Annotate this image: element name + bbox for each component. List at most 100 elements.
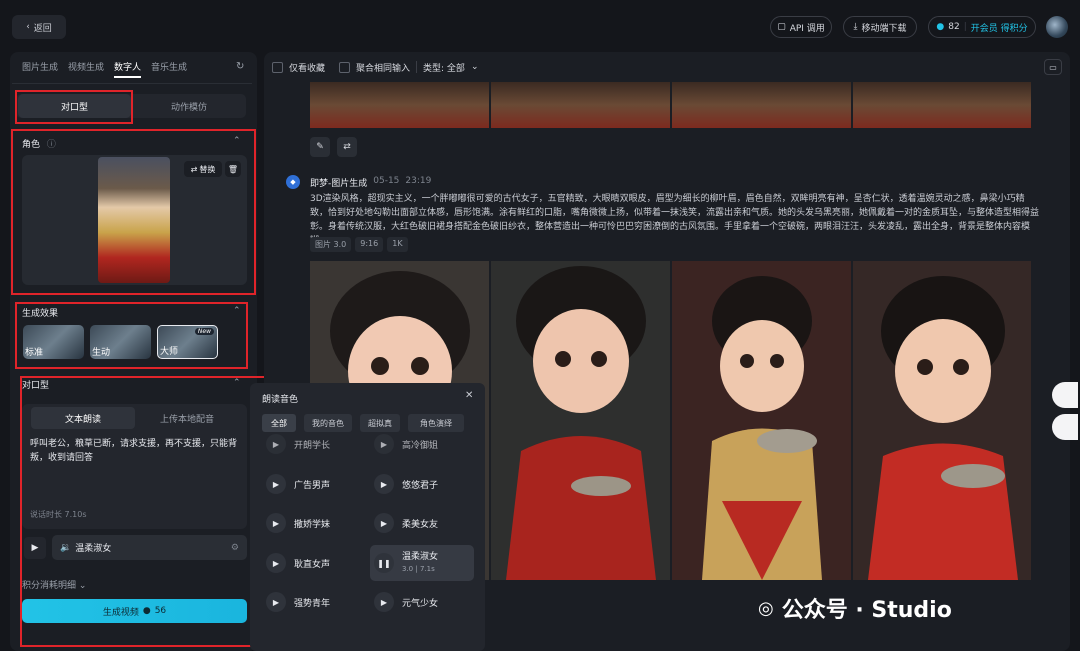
voice-item[interactable]: ▶ 悠悠君子 — [374, 470, 438, 498]
voice-item-label: 悠悠君子 — [402, 480, 439, 491]
play-icon[interactable]: ▶ — [374, 434, 394, 454]
voice-item[interactable]: ▶ 耿直女声 — [266, 549, 330, 577]
aggregate-label: 聚合相同输入 — [356, 63, 411, 74]
chevron-down-icon: ⌄ — [470, 62, 479, 72]
divider — [12, 83, 252, 84]
voice-item[interactable]: ▶ 广告男声 — [266, 470, 330, 498]
vip-label: 开会员 得积分 — [970, 23, 1028, 34]
new-badge: New — [194, 328, 214, 335]
result-image[interactable] — [672, 82, 851, 128]
api-button[interactable]: ▢ API 调用 — [770, 16, 832, 38]
api-icon: ▢ — [777, 22, 786, 32]
voice-item[interactable]: ▶ 高冷御姐 — [374, 430, 438, 458]
swap-icon: ⇄ — [190, 164, 198, 174]
download-button[interactable]: ⤓ 移动端下载 — [843, 16, 917, 38]
aggregate-checkbox[interactable] — [339, 61, 351, 73]
chevron-left-icon: ‹ — [26, 22, 30, 32]
character-image — [98, 157, 170, 283]
highlight-box — [15, 90, 133, 124]
time-label: 23:19 — [405, 176, 432, 186]
result-image[interactable] — [310, 82, 489, 128]
app-logo-icon: ◆ — [286, 175, 300, 189]
play-icon[interactable]: ▶ — [266, 434, 286, 454]
watermark: ◎ 公众号 · Studio — [758, 592, 952, 624]
effect-standard[interactable]: 标准 — [23, 325, 84, 359]
play-icon[interactable]: ▶ — [374, 592, 394, 612]
result-meta: 即梦-图片生成 05-15 23:19 — [310, 176, 431, 189]
play-icon[interactable]: ▶ — [374, 474, 394, 494]
regenerate-icon[interactable]: ⇄ — [337, 137, 357, 157]
tab-music[interactable]: 音乐生成 — [151, 60, 187, 78]
generated-image-4[interactable] — [853, 261, 1031, 580]
play-icon[interactable]: ▶ — [374, 513, 394, 533]
close-icon[interactable]: ✕ — [465, 390, 473, 401]
effect-label: 生动 — [92, 348, 111, 358]
wechat-icon: ◎ — [758, 597, 774, 619]
effect-title: 生成效果 — [22, 309, 59, 319]
voice-item-label: 元气少女 — [402, 598, 439, 609]
generated-image-3[interactable] — [672, 261, 851, 580]
back-label: 返回 — [33, 23, 52, 34]
voice-item[interactable]: ▶ 撒娇学妹 — [266, 509, 330, 537]
role-title: 角色 ⓘ — [22, 137, 56, 150]
voice-item-selected[interactable]: ❚❚ 温柔淑女 3.0 | 7.1s — [370, 545, 474, 581]
pause-icon[interactable]: ❚❚ — [374, 553, 394, 573]
favorites-label: 仅看收藏 — [289, 63, 326, 74]
play-icon[interactable]: ▶ — [266, 513, 286, 533]
tag-model: 图片 3.0 — [310, 237, 352, 252]
delete-icon[interactable]: 🗑 — [225, 161, 241, 177]
source-label: 即梦-图片生成 — [310, 179, 368, 189]
tab-video[interactable]: 视频生成 — [68, 60, 104, 78]
voice-item-label: 开朗学长 — [294, 440, 331, 451]
refresh-icon[interactable]: ↻ — [236, 61, 244, 72]
points-icon: ● — [936, 22, 945, 32]
tab-image[interactable]: 图片生成 — [22, 60, 58, 78]
swap-button[interactable]: ⇄ 替换 — [184, 161, 222, 177]
play-icon[interactable]: ▶ — [266, 592, 286, 612]
collapse-icon[interactable]: ⌃ — [233, 306, 241, 316]
tab-digital-human[interactable]: 数字人 — [114, 60, 142, 78]
points-button[interactable]: ● 82 | 开会员 得积分 — [928, 16, 1036, 38]
role-title-text: 角色 — [22, 140, 41, 150]
play-icon[interactable]: ▶ — [266, 553, 286, 573]
generated-image-2[interactable] — [491, 261, 670, 580]
watermark-text: 公众号 · Studio — [781, 598, 952, 623]
date-label: 05-15 — [373, 176, 400, 186]
mode-motion[interactable]: 动作模仿 — [133, 94, 245, 118]
side-tool-icon[interactable] — [1052, 414, 1078, 440]
result-image[interactable] — [491, 82, 670, 128]
divider — [416, 61, 418, 73]
side-tool-icon[interactable] — [1052, 382, 1078, 408]
edit-icon[interactable]: ✎ — [310, 137, 330, 157]
voice-item-label: 耿直女声 — [294, 559, 331, 570]
type-filter[interactable]: 类型: 全部 — [423, 61, 465, 74]
voice-item-label: 广告男声 — [294, 480, 331, 491]
tag-resolution: 1K — [387, 237, 408, 252]
voice-item-label: 强势青年 — [294, 598, 331, 609]
back-button[interactable]: ‹ 返回 — [12, 15, 66, 39]
prompt-text: 3D渲染风格，超现实主义，一个胖嘟嘟很可爱的古代女子，五官精致，大眼睛双眼皮，眉… — [310, 194, 1040, 246]
effect-vivid[interactable]: 生动 — [90, 325, 151, 359]
collapse-icon[interactable]: ⌃ — [233, 136, 241, 146]
effect-master[interactable]: New 大师 — [157, 325, 218, 359]
tags: 图片 3.0 9:16 1K — [310, 237, 408, 252]
effect-label: 标准 — [25, 348, 44, 358]
download-label: 移动端下载 — [861, 23, 907, 34]
voice-item[interactable]: ▶ 开朗学长 — [266, 430, 330, 458]
effect-label: 大师 — [160, 347, 179, 357]
voice-item-label: 高冷御姐 — [402, 440, 439, 451]
folder-icon[interactable]: ▭ — [1044, 59, 1062, 75]
voice-item[interactable]: ▶ 柔美女友 — [374, 509, 438, 537]
voice-item[interactable]: ▶ 强势青年 — [266, 588, 330, 616]
api-label: API 调用 — [789, 23, 825, 34]
voice-item[interactable]: ▶ 元气少女 — [374, 588, 438, 616]
points-value: 82 — [948, 22, 960, 32]
favorites-checkbox[interactable] — [272, 61, 283, 73]
voice-item-label: 柔美女友 — [402, 519, 439, 530]
play-icon[interactable]: ▶ — [266, 474, 286, 494]
info-icon[interactable]: ⓘ — [47, 140, 56, 150]
swap-label: 替换 — [199, 164, 216, 174]
result-image[interactable] — [853, 82, 1031, 128]
avatar[interactable] — [1046, 16, 1068, 38]
voice-item-label: 撒娇学妹 — [294, 519, 331, 530]
